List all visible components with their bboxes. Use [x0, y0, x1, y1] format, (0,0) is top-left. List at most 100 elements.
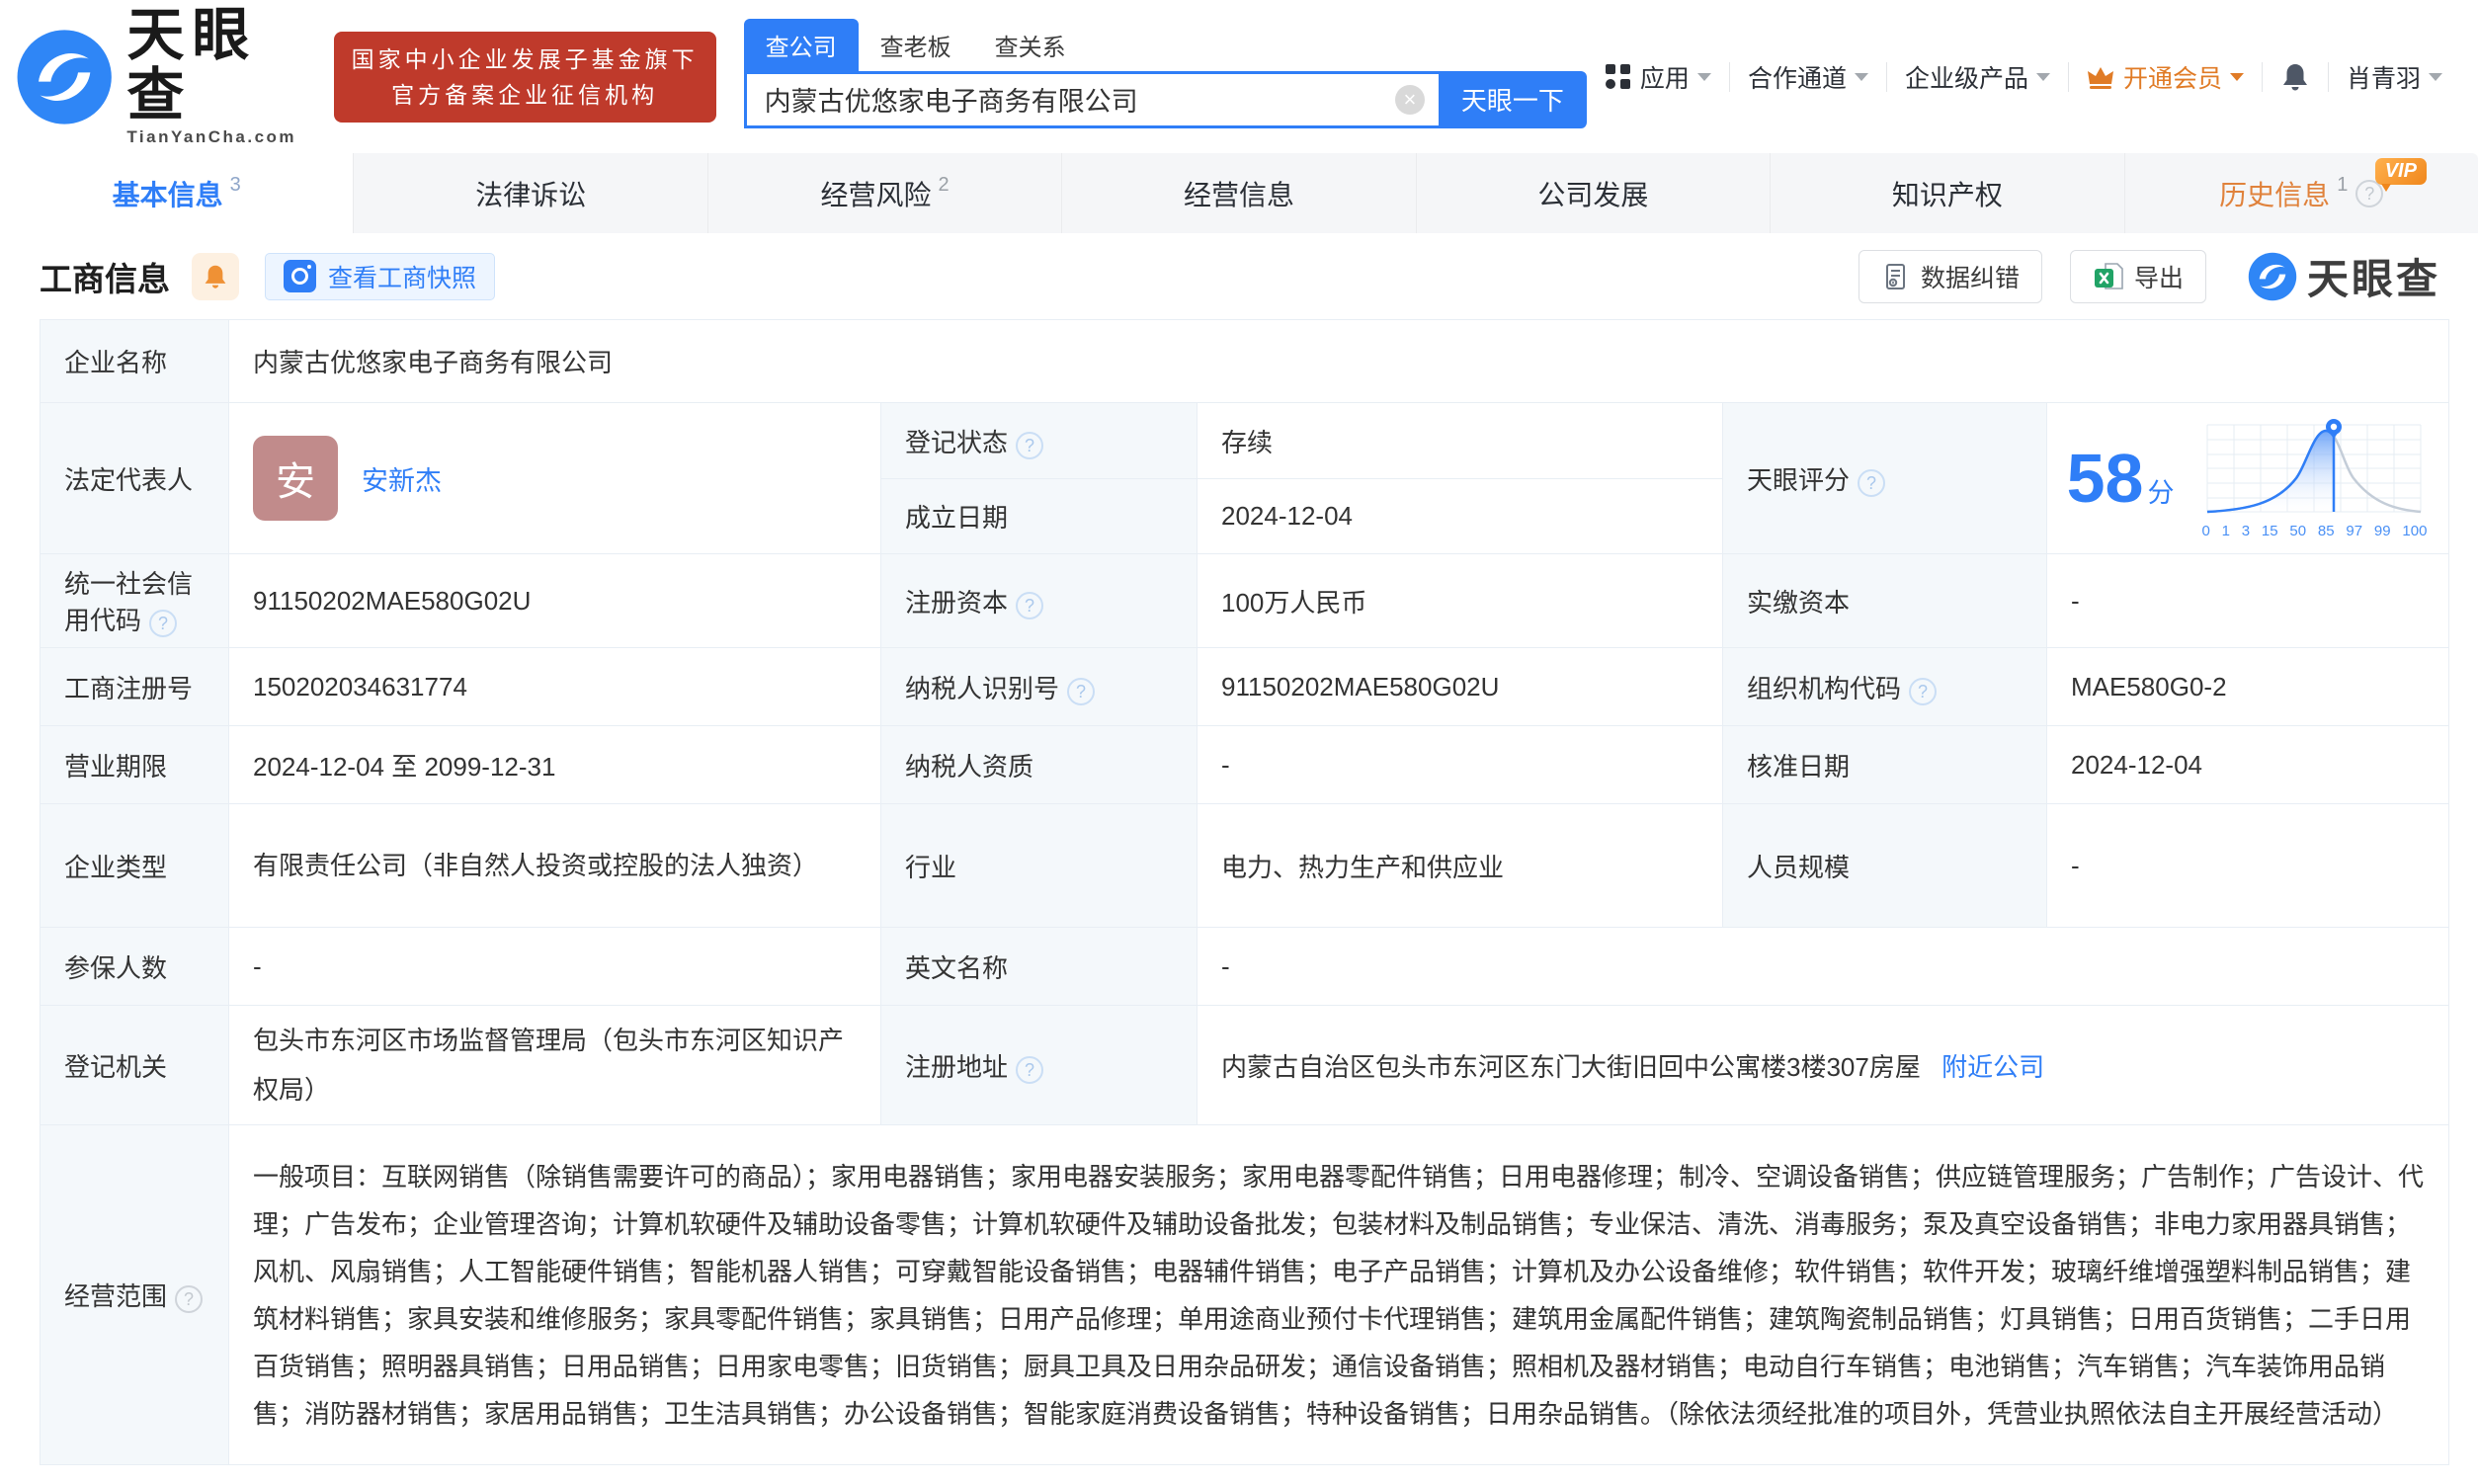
org-code-label: 组织机构代码: [1723, 648, 2047, 726]
axis-tick: 99: [2374, 523, 2391, 539]
tab-operation-info[interactable]: 经营信息: [1062, 153, 1416, 233]
tab-legal-litigation[interactable]: 法律诉讼: [354, 153, 707, 233]
help-icon[interactable]: [1016, 1056, 1043, 1084]
reg-status-label: 登记状态: [881, 403, 1198, 479]
legal-rep-label: 法定代表人: [41, 403, 229, 554]
tianyancha-watermark: 天眼查: [2248, 246, 2440, 306]
crown-icon: [2087, 65, 2114, 89]
export-label: 导出: [2134, 259, 2184, 294]
staff-size-value: -: [2047, 804, 2449, 928]
company-name-value: 内蒙古优悠家电子商务有限公司: [229, 320, 2449, 403]
help-icon[interactable]: [1016, 592, 1043, 619]
help-icon[interactable]: [1858, 469, 1885, 497]
tab-basic-info[interactable]: 基本信息3: [0, 153, 354, 233]
axis-tick: 15: [2262, 523, 2278, 539]
nav-user-menu[interactable]: 肖青羽: [2329, 59, 2460, 95]
nav-partner-label: 合作通道: [1748, 59, 1847, 95]
chevron-down-icon: [2230, 73, 2244, 81]
help-icon[interactable]: [149, 610, 177, 637]
tab-history-info[interactable]: VIP 历史信息1: [2125, 153, 2478, 233]
tab-label: 经营信息: [1184, 174, 1294, 213]
chevron-down-icon: [1855, 73, 1868, 81]
reg-authority-label: 登记机关: [41, 1006, 229, 1125]
help-icon[interactable]: [175, 1285, 203, 1313]
nav-notifications[interactable]: [2263, 61, 2328, 93]
company-tab-bar: 基本信息3 法律诉讼 经营风险 2 经营信息 公司发展 知识产权 VIP 历史信息…: [0, 153, 2478, 233]
section-title: 工商信息: [40, 253, 170, 300]
watermark-text: 天眼查: [2307, 246, 2440, 306]
apps-grid-icon: [1605, 63, 1631, 90]
data-correction-label: 数据纠错: [1921, 259, 2020, 294]
tab-company-development[interactable]: 公司发展: [1417, 153, 1771, 233]
help-icon[interactable]: [1067, 678, 1095, 705]
reg-number-label: 工商注册号: [41, 648, 229, 726]
reg-capital-value: 100万人民币: [1198, 554, 1723, 648]
table-row: 法定代表人 安 安新杰 登记状态 存续 天眼评分 58分: [41, 403, 2449, 479]
field-label: 登记状态: [905, 428, 1008, 457]
table-row: 经营范围 一般项目：互联网销售（除销售需要许可的商品）；家用电器销售；家用电器安…: [41, 1125, 2449, 1465]
data-correction-button[interactable]: 数据纠错: [1858, 250, 2042, 303]
search-button[interactable]: 天眼一下: [1439, 71, 1587, 128]
chevron-down-icon: [2036, 73, 2050, 81]
gov-certification-badge: 国家中小企业发展子基金旗下 官方备案企业征信机构: [334, 32, 716, 123]
business-term-label: 营业期限: [41, 726, 229, 804]
reg-capital-label: 注册资本: [881, 554, 1198, 648]
field-label: 注册地址: [905, 1052, 1008, 1082]
search-tabs: 查公司 查老板 查关系: [744, 26, 1587, 71]
username: 肖青羽: [2347, 59, 2421, 95]
taxpayer-id-label: 纳税人识别号: [881, 648, 1198, 726]
clear-search-icon[interactable]: [1395, 85, 1425, 115]
table-row: 企业类型 有限责任公司（非自然人投资或控股的法人独资） 行业 电力、热力生产和供…: [41, 804, 2449, 928]
view-business-snapshot-button[interactable]: 查看工商快照: [265, 253, 495, 300]
tianyancha-company-page: 天眼查 TianYanCha.com 国家中小企业发展子基金旗下 官方备案企业征…: [0, 0, 2478, 1484]
reg-number-value: 150202034631774: [229, 648, 881, 726]
search-row: 天眼一下: [744, 71, 1587, 128]
score-unit: 分: [2147, 478, 2174, 508]
nearby-companies-link[interactable]: 附近公司: [1941, 1052, 2044, 1082]
axis-tick: 1: [2222, 523, 2230, 539]
tianyancha-logo-icon: [2248, 252, 2297, 301]
search-tab-relation[interactable]: 查关系: [973, 19, 1088, 71]
approval-date-value: 2024-12-04: [2047, 726, 2449, 804]
industry-value: 电力、热力生产和供应业: [1198, 804, 1723, 928]
business-info-header: 工商信息 查看工商快照 数据纠错: [0, 233, 2478, 319]
nav-enterprise-products[interactable]: 企业级产品: [1887, 59, 2068, 95]
logo-name: 天眼查: [126, 6, 311, 126]
field-label: 组织机构代码: [1747, 674, 1901, 703]
paid-capital-value: -: [2047, 554, 2449, 648]
bell-icon: [203, 263, 228, 290]
logo-domain: TianYanCha.com: [126, 127, 311, 147]
search-tab-boss[interactable]: 查老板: [859, 19, 973, 71]
tab-label: 经营风险: [820, 174, 931, 213]
subscribe-bell-button[interactable]: [192, 253, 239, 300]
industry-label: 行业: [881, 804, 1198, 928]
search-input[interactable]: [765, 84, 1395, 115]
reg-address-cell: 内蒙古自治区包头市东河区东门大街旧回中公寓楼3楼307房屋 附近公司: [1198, 1006, 2449, 1125]
tab-operation-risk[interactable]: 经营风险 2: [708, 153, 1062, 233]
help-icon[interactable]: [1016, 432, 1043, 459]
search-area: 查公司 查老板 查关系 天眼一下: [744, 26, 1587, 128]
help-icon[interactable]: [1909, 678, 1937, 705]
field-label: 经营范围: [64, 1281, 167, 1311]
logo-text: 天眼查 TianYanCha.com: [126, 6, 311, 148]
tianyancha-logo[interactable]: 天眼查 TianYanCha.com: [16, 6, 312, 148]
gov-badge-line2: 官方备案企业征信机构: [352, 77, 699, 113]
legal-rep-cell: 安 安新杰: [229, 403, 881, 554]
tab-intellectual-property[interactable]: 知识产权: [1771, 153, 2124, 233]
chevron-down-icon: [2429, 73, 2442, 81]
legal-rep-link[interactable]: 安新杰: [362, 459, 442, 498]
tab-count: 2: [939, 174, 950, 197]
paid-capital-label: 实缴资本: [1723, 554, 2047, 648]
score-label: 天眼评分: [1723, 403, 2047, 554]
axis-tick: 0: [2201, 523, 2209, 539]
tab-count: 3: [230, 174, 241, 197]
header-actions: 数据纠错 导出 天眼查: [1831, 246, 2448, 306]
tab-label: 法律诉讼: [475, 174, 586, 213]
search-tab-company[interactable]: 查公司: [744, 19, 859, 71]
legal-rep-avatar[interactable]: 安: [253, 436, 338, 521]
nav-partner-channel[interactable]: 合作通道: [1730, 59, 1886, 95]
field-label: 天眼评分: [1747, 465, 1850, 495]
export-button[interactable]: 导出: [2070, 250, 2206, 303]
nav-open-vip[interactable]: 开通会员: [2069, 59, 2262, 95]
nav-apps[interactable]: 应用: [1587, 59, 1729, 95]
